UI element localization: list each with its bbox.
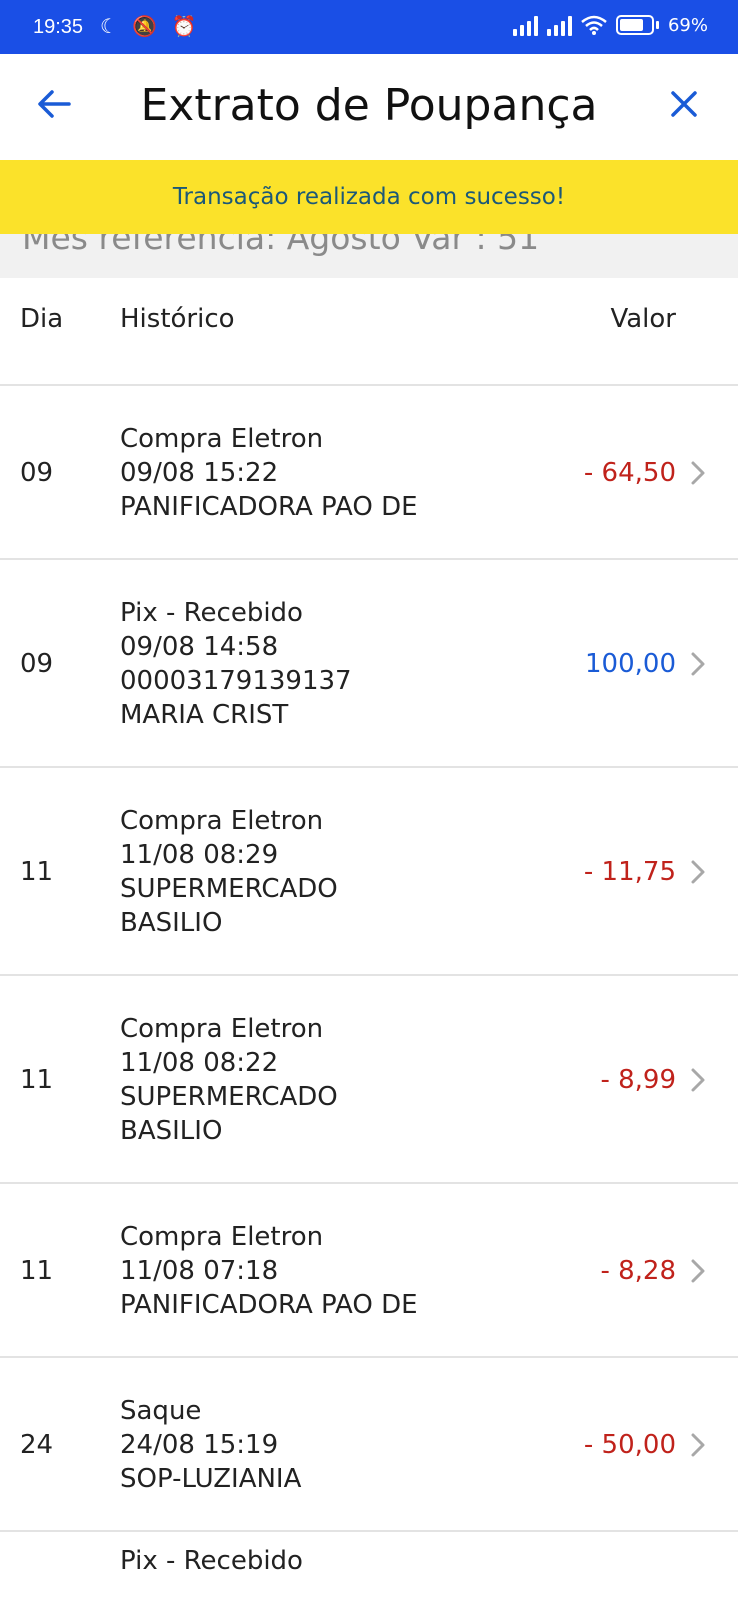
transaction-amount: - 50,00: [583, 1430, 676, 1460]
history-line: Pix - Recebido: [120, 1546, 303, 1576]
history-line: SUPERMERCADO: [120, 874, 338, 904]
history-line: Compra Eletron: [120, 806, 324, 836]
column-header: Dia Histórico Valor: [0, 278, 738, 386]
history-line: 11/08 08:29: [120, 840, 279, 870]
transaction-day: 11: [20, 1065, 54, 1095]
chevron-right-icon: [691, 860, 705, 884]
chevron-right-icon: [691, 1433, 705, 1457]
history-line: BASILIO: [120, 1116, 223, 1146]
transaction-history: Compra Eletron 09/08 15:22 PANIFICADORA PA…: [120, 422, 418, 524]
history-line: 09/08 15:22: [120, 458, 279, 488]
history-line: Saque: [120, 1396, 202, 1426]
col-day-label: Dia: [20, 304, 64, 334]
transaction-history: Pix - Recebido: [120, 1544, 303, 1578]
history-line: Compra Eletron: [120, 424, 324, 454]
transaction-amount: 100,00: [585, 649, 676, 679]
history-line: 11/08 07:18: [120, 1256, 279, 1286]
transaction-day: 09: [20, 458, 54, 488]
transaction-day: 11: [20, 857, 54, 887]
history-line: 00003179139137: [120, 666, 352, 696]
transaction-row[interactable]: Pix - Recebido: [0, 1532, 738, 1600]
history-line: Compra Eletron: [120, 1014, 324, 1044]
transaction-amount: - 8,99: [600, 1065, 676, 1095]
history-line: 24/08 15:19: [120, 1430, 279, 1460]
transaction-row[interactable]: Compra Eletron 11/08 07:18 PANIFICADORA PA…: [0, 1184, 738, 1358]
reference-bar: Mês referência: Agosto Var : 51: [0, 234, 738, 278]
battery-icon: [615, 15, 654, 35]
transaction-history: Compra Eletron 11/08 08:29 SUPERMERCADO BAS…: [120, 804, 338, 940]
col-value-label: Valor: [610, 304, 676, 334]
transaction-history: Compra Eletron 11/08 07:18 PANIFICADORA PA…: [120, 1220, 418, 1322]
status-notification-icons: ☾ 🔕 ⏰: [100, 14, 201, 38]
history-line: Compra Eletron: [120, 1222, 324, 1252]
toast-message: Transação realizada com sucesso!: [172, 184, 566, 210]
history-line: 11/08 08:22: [120, 1048, 279, 1078]
transaction-day: 09: [20, 649, 54, 679]
battery-cap: [655, 21, 659, 29]
signal-icon: [512, 14, 538, 36]
history-line: PANIFICADORA PAO DE: [120, 492, 418, 522]
chevron-right-icon: [691, 652, 705, 676]
app-header: Extrato de Poupança: [0, 54, 738, 160]
status-bar: 19:35 ☾ 🔕 ⏰ 69%: [0, 0, 738, 54]
transaction-row[interactable]: Compra Eletron 11/08 08:22 SUPERMERCADO BAS…: [0, 976, 738, 1184]
transaction-row[interactable]: Saque 24/08 15:19 SOP-LUZIANIA 24 - 50,00: [0, 1358, 738, 1532]
transaction-history: Pix - Recebido 09/08 14:58 00003179139137 M…: [120, 596, 352, 732]
history-line: SUPERMERCADO: [120, 1082, 338, 1112]
transaction-row[interactable]: Compra Eletron 11/08 08:29 SUPERMERCADO BAS…: [0, 768, 738, 976]
transaction-amount: - 8,28: [600, 1256, 676, 1286]
close-button[interactable]: [660, 80, 708, 128]
history-line: 09/08 14:58: [120, 632, 279, 662]
transaction-history: Saque 24/08 15:19 SOP-LUZIANIA: [120, 1394, 301, 1496]
history-line: SOP-LUZIANIA: [120, 1464, 302, 1494]
transaction-day: 24: [20, 1430, 54, 1460]
chevron-right-icon: [691, 1259, 705, 1283]
history-line: BASILIO: [120, 908, 223, 938]
close-icon: [671, 91, 697, 117]
transaction-amount: - 64,50: [583, 458, 676, 488]
history-line: Pix - Recebido: [120, 598, 303, 628]
chevron-right-icon: [691, 1068, 705, 1092]
transaction-amount: - 11,75: [583, 857, 676, 887]
reference-text: Mês referência: Agosto Var : 51: [22, 234, 540, 257]
history-line: MARIA CRIST: [120, 700, 289, 730]
battery-percent: 69%: [667, 14, 708, 36]
col-history-label: Histórico: [120, 304, 235, 334]
status-right-group: 69%: [512, 14, 708, 36]
history-line: PANIFICADORA PAO DE: [120, 1290, 418, 1320]
status-time: 19:35: [33, 16, 84, 38]
transaction-day: 11: [20, 1256, 54, 1286]
transaction-row[interactable]: Pix - Recebido 09/08 14:58 00003179139137 M…: [0, 560, 738, 768]
transaction-row[interactable]: Compra Eletron 09/08 15:22 PANIFICADORA PA…: [0, 386, 738, 560]
wifi-icon: [581, 15, 607, 35]
transaction-history: Compra Eletron 11/08 08:22 SUPERMERCADO BAS…: [120, 1012, 338, 1148]
chevron-right-icon: [691, 461, 705, 485]
signal-2-icon: [546, 14, 572, 36]
success-toast: Transação realizada com sucesso!: [0, 160, 738, 234]
page-title: Extrato de Poupança: [140, 80, 598, 131]
